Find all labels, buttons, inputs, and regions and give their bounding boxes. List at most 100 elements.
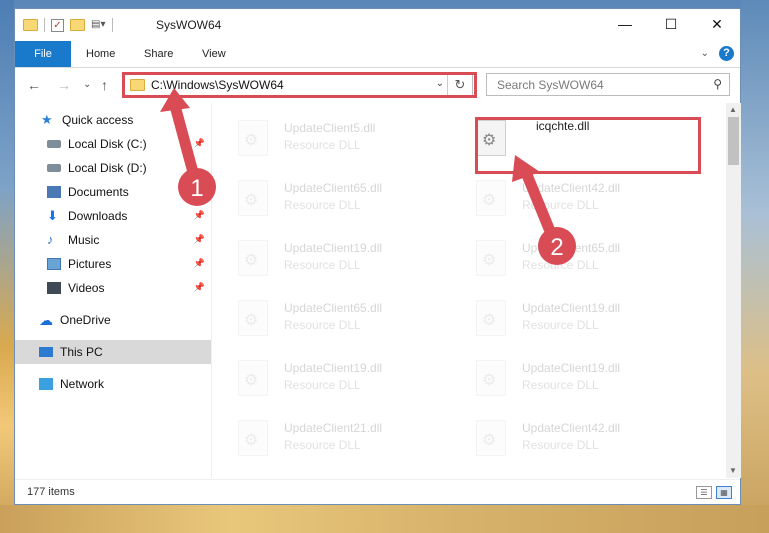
search-box[interactable]: Search SysWOW64 ⚲ [486, 73, 730, 96]
up-button[interactable]: ↑ [101, 77, 108, 93]
file-name: UpdateClient21.dll [284, 421, 383, 435]
gear-icon: ⚙ [244, 192, 259, 209]
file-type: Resource DLL [522, 258, 599, 272]
sidebar-item-quick-access[interactable]: ★ Quick access [15, 108, 211, 132]
gear-icon: ⚙ [244, 132, 259, 149]
file-name: UpdateClient42.dll [522, 181, 621, 195]
file-item[interactable]: ⚙ UpdateClient42.dll Resource DLL [450, 413, 675, 463]
ribbon-tabs: File Home Share View ⌄ ? [15, 41, 740, 68]
file-item[interactable]: ⚙ UpdateClient19.dll Resource DLL [212, 233, 437, 283]
help-icon[interactable]: ? [719, 46, 734, 61]
large-icons-view-icon[interactable]: ▦ [716, 486, 732, 499]
sidebar-item-local-disk-c[interactable]: Local Disk (C:) 📌 [15, 132, 211, 156]
sidebar-item-label: Documents [68, 185, 129, 199]
scroll-up-icon[interactable]: ▲ [729, 105, 737, 114]
gear-icon: ⚙ [482, 192, 497, 209]
refresh-icon[interactable]: ↻ [447, 74, 472, 96]
item-count: 177 items [27, 486, 75, 498]
videos-icon [47, 282, 61, 294]
gear-icon: ⚙ [244, 372, 259, 389]
pin-icon: 📌 [193, 210, 205, 220]
download-icon: ⬇ [47, 208, 58, 223]
tab-view[interactable]: View [202, 41, 226, 67]
sidebar-item-label: Network [60, 377, 105, 391]
sidebar-item-videos[interactable]: Videos 📌 [15, 276, 211, 300]
pin-icon: 📌 [193, 186, 205, 196]
address-dropdown-icon[interactable]: ⌄ [436, 78, 444, 89]
scrollbar-thumb[interactable] [728, 117, 739, 165]
address-path[interactable]: C:\Windows\SysWOW64 [151, 78, 284, 92]
file-name: UpdateClient19.dll [522, 301, 621, 315]
close-button[interactable]: ✕ [694, 9, 740, 39]
file-item[interactable]: ⚙ UpdateClient65.dll Resource DLL [212, 173, 437, 223]
file-highlight-box [475, 117, 701, 174]
navigation-bar: ← → ⌄ ↑ C:\Windows\SysWOW64 ⌄ ↻ Search S… [15, 68, 740, 102]
file-type: Resource DLL [522, 198, 599, 212]
search-icon[interactable]: ⚲ [713, 77, 722, 91]
maximize-button[interactable]: ☐ [648, 9, 694, 39]
properties-icon[interactable]: ✓ [51, 18, 64, 32]
sidebar-item-label: Music [68, 233, 100, 247]
cloud-icon: ☁ [39, 312, 53, 328]
recent-locations-button[interactable]: ⌄ [83, 79, 91, 90]
file-type: Resource DLL [284, 378, 361, 392]
sidebar-item-this-pc[interactable]: This PC [15, 340, 211, 364]
file-item[interactable]: ⚙ UpdateClient19.dll Resource DLL [212, 353, 437, 403]
minimize-button[interactable]: — [602, 9, 648, 39]
sidebar-item-label: Pictures [68, 257, 112, 271]
window-title: SysWOW64 [156, 18, 222, 32]
network-icon [39, 378, 53, 390]
file-type: Resource DLL [522, 378, 599, 392]
gear-icon: ⚙ [482, 252, 497, 269]
address-bar[interactable]: C:\Windows\SysWOW64 ⌄ ↻ [123, 73, 473, 97]
disk-icon [47, 140, 61, 148]
file-list: ⚙ UpdateClient5.dll Resource DLL ⚙ Updat… [212, 103, 725, 478]
dll-file-icon: ⚙ [476, 300, 506, 336]
sidebar-item-network[interactable]: Network [15, 372, 211, 396]
forward-button[interactable]: → [57, 77, 71, 93]
tab-file[interactable]: File [15, 41, 71, 67]
file-item[interactable]: ⚙ UpdateClient5.dll Resource DLL [212, 113, 437, 163]
file-item[interactable]: ⚙ UpdateClient65.dll Resource DLL [450, 233, 675, 283]
back-button[interactable]: ← [27, 77, 41, 93]
file-item[interactable]: ⚙ UpdateClient42.dll Resource DLL [450, 173, 675, 223]
sidebar-item-label: OneDrive [60, 313, 111, 327]
expand-ribbon-icon[interactable]: ⌄ [701, 48, 709, 59]
toolbar-separator [44, 18, 45, 32]
sidebar-item-label: Quick access [62, 113, 134, 127]
details-view-icon[interactable]: ☰ [696, 486, 712, 499]
desktop-background-bottom [0, 505, 769, 533]
scroll-down-icon[interactable]: ▼ [729, 466, 737, 475]
file-item[interactable]: ⚙ UpdateClient21.dll Resource DLL [212, 413, 437, 463]
star-icon: ★ [41, 112, 53, 127]
search-input[interactable]: Search SysWOW64 [497, 78, 604, 92]
file-item[interactable]: ⚙ UpdateClient19.dll Resource DLL [450, 293, 675, 343]
new-folder-icon[interactable] [70, 19, 85, 31]
customize-toolbar-icon[interactable]: ▤▾ [91, 19, 106, 32]
quick-access-toolbar: ✓ ▤▾ [23, 18, 113, 32]
pin-icon: 📌 [193, 234, 205, 244]
sidebar-item-label: This PC [60, 345, 103, 359]
dll-file-icon: ⚙ [476, 420, 506, 456]
disk-icon [47, 164, 61, 172]
navigation-pane: ★ Quick access Local Disk (C:) 📌 Local D… [15, 103, 212, 478]
toolbar-separator [112, 18, 113, 32]
file-item[interactable]: ⚙ UpdateClient65.dll Resource DLL [212, 293, 437, 343]
view-toggle: ☰ ▦ [696, 486, 732, 499]
file-name: UpdateClient19.dll [284, 361, 383, 375]
sidebar-item-pictures[interactable]: Pictures 📌 [15, 252, 211, 276]
music-icon: ♪ [47, 232, 54, 247]
ribbon-right-controls: ⌄ ? [701, 46, 734, 61]
sidebar-item-documents[interactable]: Documents 📌 [15, 180, 211, 204]
pictures-icon [47, 258, 61, 270]
sidebar-item-downloads[interactable]: ⬇ Downloads 📌 [15, 204, 211, 228]
sidebar-item-local-disk-d[interactable]: Local Disk (D:) [15, 156, 211, 180]
tab-share[interactable]: Share [144, 41, 173, 67]
tab-home[interactable]: Home [86, 41, 115, 67]
file-item[interactable]: ⚙ UpdateClient19.dll Resource DLL [450, 353, 675, 403]
sidebar-item-onedrive[interactable]: ☁ OneDrive [15, 308, 211, 332]
file-type: Resource DLL [284, 258, 361, 272]
sidebar-item-music[interactable]: ♪ Music 📌 [15, 228, 211, 252]
vertical-scrollbar[interactable]: ▲ ▼ [726, 103, 741, 478]
file-name: UpdateClient65.dll [522, 241, 621, 255]
